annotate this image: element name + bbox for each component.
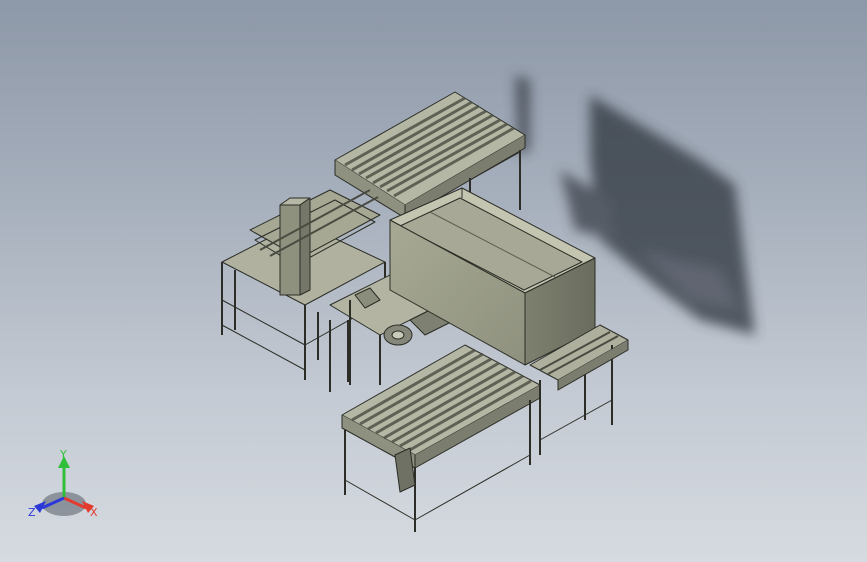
coordinate-triad[interactable]: Y X Z (26, 448, 106, 524)
tote-box[interactable] (389, 187, 596, 366)
y-axis-label: Y (59, 448, 67, 461)
x-axis-label: X (90, 506, 98, 519)
y-axis-arrow (58, 456, 70, 498)
3d-viewport[interactable] (0, 0, 867, 562)
lower-roller-conveyor[interactable] (341, 344, 541, 532)
z-axis-label: Z (28, 506, 36, 519)
conveyor-assembly[interactable] (221, 91, 629, 532)
